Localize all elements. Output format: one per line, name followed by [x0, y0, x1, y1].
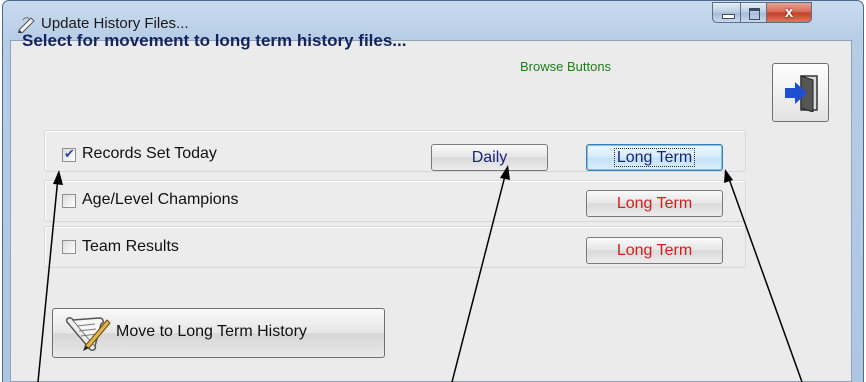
annotation-arrow-long-term — [727, 175, 803, 382]
annotation-arrowhead-checkbox — [53, 170, 63, 185]
annotation-arrow-daily — [451, 171, 507, 382]
annotation-arrowhead-daily — [500, 165, 510, 180]
annotation-arrows — [37, 165, 803, 382]
annotation-arrowhead-long-term — [724, 169, 733, 183]
annotation-arrow-checkbox — [37, 176, 59, 382]
